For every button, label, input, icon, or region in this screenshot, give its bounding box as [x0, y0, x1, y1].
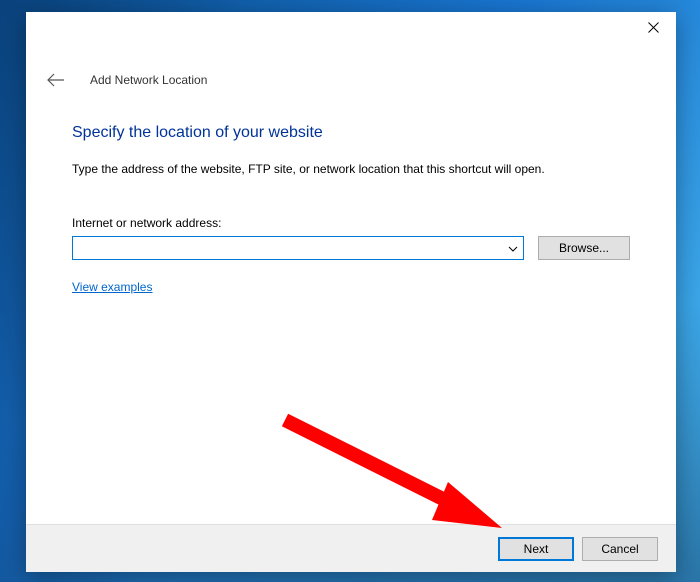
add-network-location-dialog: Add Network Location Specify the locatio…	[26, 12, 676, 572]
browse-button[interactable]: Browse...	[538, 236, 630, 260]
close-button[interactable]	[631, 12, 676, 42]
wizard-title: Add Network Location	[90, 73, 207, 87]
address-input[interactable]	[72, 236, 524, 260]
content-area: Specify the location of your website Typ…	[26, 90, 676, 524]
close-icon	[648, 22, 659, 33]
back-arrow-icon	[47, 73, 65, 87]
view-examples-link[interactable]: View examples	[72, 280, 152, 294]
header-row: Add Network Location	[26, 44, 676, 90]
cancel-button[interactable]: Cancel	[582, 537, 658, 561]
back-button[interactable]	[46, 70, 66, 90]
titlebar	[26, 12, 676, 44]
address-field-label: Internet or network address:	[72, 216, 630, 230]
page-description: Type the address of the website, FTP sit…	[72, 162, 630, 176]
address-combo	[72, 236, 524, 260]
page-heading: Specify the location of your website	[72, 124, 630, 142]
dialog-footer: Next Cancel	[26, 524, 676, 572]
next-button[interactable]: Next	[498, 537, 574, 561]
address-field-row: Browse...	[72, 236, 630, 260]
